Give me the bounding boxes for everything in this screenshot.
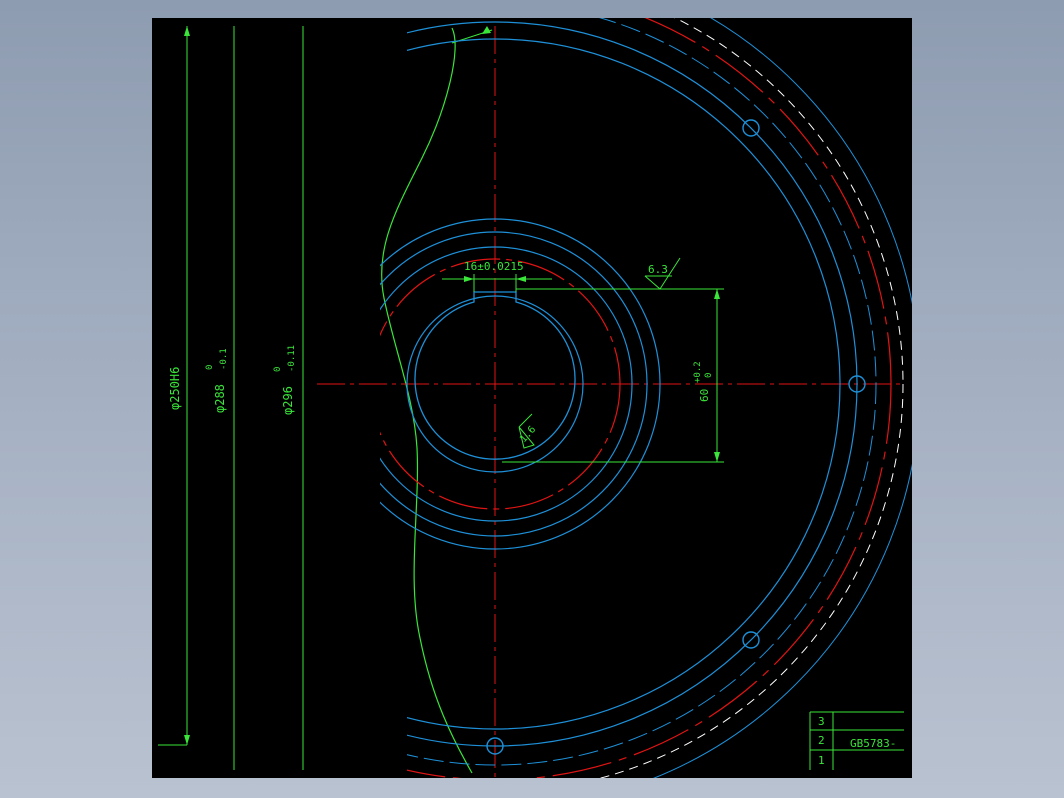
arrow-bottom-d250 <box>184 735 190 745</box>
hub-height-text: 60 <box>698 389 711 402</box>
roughness-text-a: 6.3 <box>648 263 668 276</box>
ring-hidden-white <box>598 18 904 778</box>
title-block-row1-num: 3 <box>818 715 825 728</box>
keyway-width-text: 16±0.0215 <box>464 260 524 273</box>
outer-rings <box>407 18 912 778</box>
ring-tip <box>652 18 912 778</box>
dim-tol-up-d288: 0 <box>205 365 215 370</box>
title-block: 3 2 GB5783- 1 <box>809 711 904 770</box>
title-block-row2-num: 2 <box>818 734 825 747</box>
dim-tol-up-d296: 0 <box>273 367 283 372</box>
bolt-holes <box>486 119 866 755</box>
center-lines <box>317 26 904 778</box>
roughness-text-b: 1.6 <box>518 424 538 445</box>
dim-text-d296: φ296 <box>281 386 295 415</box>
title-block-row2-text: GB5783- <box>850 737 896 750</box>
hub-tol-up: +0.2 <box>693 361 703 383</box>
title-block-row3-num: 1 <box>818 754 825 767</box>
leader-arrow-top <box>482 26 491 34</box>
cad-drawing-viewport[interactable]: φ250H6 φ288 0 -0.1 φ296 0 -0.11 16±0.021… <box>152 18 912 778</box>
dim-tol-low-d288: -0.1 <box>219 348 229 370</box>
dim-text-d250: φ250H6 <box>168 367 182 410</box>
ring-outer-381 <box>407 18 877 766</box>
drawing-canvas: φ250H6 φ288 0 -0.1 φ296 0 -0.11 16±0.021… <box>158 18 912 778</box>
hub-tol-low: 0 <box>704 373 714 378</box>
dim-tol-low-d296: -0.11 <box>287 345 297 372</box>
dim-text-d288: φ288 <box>213 384 227 413</box>
arrow-top-d250 <box>184 26 190 36</box>
break-line <box>381 27 473 774</box>
